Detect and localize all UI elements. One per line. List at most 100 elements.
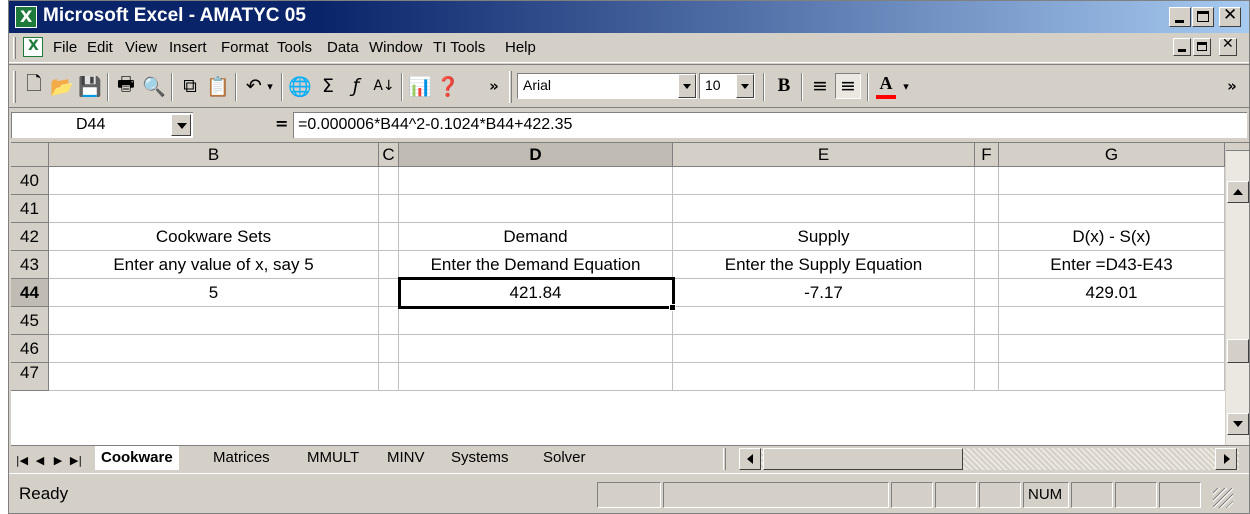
cell-c46[interactable]	[379, 335, 399, 363]
scroll-down-icon[interactable]	[1227, 413, 1249, 435]
font-name-select[interactable]: Arial	[517, 73, 697, 99]
chevron-down-icon[interactable]	[736, 74, 754, 98]
vertical-scrollbar[interactable]	[1225, 143, 1249, 445]
paste-icon[interactable]: 📋	[205, 73, 231, 99]
autosum-icon[interactable]: Σ	[315, 73, 341, 99]
help-icon[interactable]: ❓	[435, 73, 461, 99]
cell-f45[interactable]	[975, 307, 999, 335]
chevron-down-icon[interactable]	[171, 114, 191, 136]
column-header-d[interactable]: D	[399, 143, 673, 167]
doc-minimize-button[interactable]	[1173, 38, 1191, 56]
column-header-g[interactable]: G	[999, 143, 1225, 167]
spreadsheet-grid[interactable]: B C D E F G 40 41 42 43 44 45 46 47 Cook…	[11, 142, 1249, 445]
bold-button[interactable]: B	[771, 73, 797, 99]
chart-wizard-icon[interactable]: 📊	[407, 73, 433, 99]
excel-app-icon[interactable]	[15, 6, 37, 28]
minimize-button[interactable]	[1169, 7, 1191, 27]
fill-handle[interactable]	[669, 304, 676, 311]
cell-f42[interactable]	[975, 223, 999, 251]
cell-g43[interactable]: Enter =D43-E43	[999, 251, 1225, 279]
sheet-tab-solver[interactable]: Solver	[537, 446, 592, 470]
cell-d40[interactable]	[399, 167, 673, 195]
last-sheet-icon[interactable]: ▶|	[67, 450, 85, 470]
cell-d44[interactable]: 421.84	[399, 279, 673, 307]
print-icon[interactable]: 🖶	[113, 73, 139, 99]
cell-b44[interactable]: 5	[49, 279, 379, 307]
scroll-up-icon[interactable]	[1227, 181, 1249, 203]
cell-d45[interactable]	[399, 307, 673, 335]
cell-e40[interactable]	[673, 167, 975, 195]
menu-data[interactable]: Data	[327, 39, 359, 56]
cell-d43[interactable]: Enter the Demand Equation	[399, 251, 673, 279]
next-sheet-icon[interactable]: ▶	[49, 450, 67, 470]
cell-c40[interactable]	[379, 167, 399, 195]
cell-b40[interactable]	[49, 167, 379, 195]
align-left-icon[interactable]: ≡	[807, 73, 833, 99]
sheet-tab-cookware[interactable]: Cookware	[95, 446, 179, 470]
toolbar-grip[interactable]	[509, 71, 512, 103]
cell-c41[interactable]	[379, 195, 399, 223]
menu-tools[interactable]: Tools	[277, 39, 312, 56]
horizontal-scrollbar[interactable]	[739, 448, 1239, 470]
cell-g41[interactable]	[999, 195, 1225, 223]
toolbar-options-icon[interactable]: »	[1219, 73, 1245, 99]
row-header-42[interactable]: 42	[11, 223, 49, 251]
chevron-down-icon[interactable]	[678, 74, 696, 98]
font-size-select[interactable]: 10	[699, 73, 755, 99]
cell-e46[interactable]	[673, 335, 975, 363]
cell-c45[interactable]	[379, 307, 399, 335]
sheet-tab-minv[interactable]: MINV	[381, 446, 431, 470]
formula-input[interactable]: =0.000006*B44^2-0.1024*B44+422.35	[293, 112, 1247, 138]
undo-dropdown-icon[interactable]: ▾	[263, 73, 277, 99]
column-header-e[interactable]: E	[673, 143, 975, 167]
row-header-41[interactable]: 41	[11, 195, 49, 223]
select-all-corner[interactable]	[11, 143, 49, 167]
menu-view[interactable]: View	[125, 39, 157, 56]
cell-g44[interactable]: 429.01	[999, 279, 1225, 307]
cell-b45[interactable]	[49, 307, 379, 335]
title-bar[interactable]: Microsoft Excel - AMATYC 05 ✕	[9, 1, 1249, 33]
sheet-tab-matrices[interactable]: Matrices	[207, 446, 276, 470]
cell-f41[interactable]	[975, 195, 999, 223]
cell-e41[interactable]	[673, 195, 975, 223]
scroll-right-icon[interactable]	[1215, 448, 1237, 470]
sort-ascending-icon[interactable]: A↓	[371, 73, 397, 99]
save-icon[interactable]: 💾	[77, 73, 103, 99]
horizontal-scroll-thumb[interactable]	[763, 448, 963, 470]
open-folder-icon[interactable]: 📂	[49, 73, 75, 99]
cell-e42[interactable]: Supply	[673, 223, 975, 251]
doc-close-button[interactable]: ✕	[1219, 36, 1237, 56]
cell-b42[interactable]: Cookware Sets	[49, 223, 379, 251]
name-box[interactable]: D44	[11, 112, 193, 138]
scroll-left-icon[interactable]	[739, 448, 761, 470]
cell-g46[interactable]	[999, 335, 1225, 363]
cell-d46[interactable]	[399, 335, 673, 363]
prev-sheet-icon[interactable]: ◀	[31, 450, 49, 470]
toolbar-grip[interactable]	[13, 71, 16, 103]
cell-c47[interactable]	[379, 363, 399, 391]
menubar-grip[interactable]	[13, 37, 16, 59]
menu-help[interactable]: Help	[505, 39, 536, 56]
cell-e45[interactable]	[673, 307, 975, 335]
column-header-f[interactable]: F	[975, 143, 999, 167]
insert-function-icon[interactable]: ƒ	[343, 73, 369, 99]
toolbar-options-icon[interactable]: »	[481, 73, 507, 99]
copy-icon[interactable]: ⧉	[177, 73, 203, 99]
row-header-40[interactable]: 40	[11, 167, 49, 195]
vertical-scroll-thumb[interactable]	[1227, 339, 1249, 363]
menu-edit[interactable]: Edit	[87, 39, 113, 56]
menu-format[interactable]: Format	[221, 39, 269, 56]
row-header-43[interactable]: 43	[11, 251, 49, 279]
cell-d47[interactable]	[399, 363, 673, 391]
cell-c42[interactable]	[379, 223, 399, 251]
cell-g42[interactable]: D(x) - S(x)	[999, 223, 1225, 251]
cell-c43[interactable]	[379, 251, 399, 279]
cell-d42[interactable]: Demand	[399, 223, 673, 251]
cell-c44[interactable]	[379, 279, 399, 307]
cell-g45[interactable]	[999, 307, 1225, 335]
sheet-tab-mmult[interactable]: MMULT	[301, 446, 365, 470]
column-header-b[interactable]: B	[49, 143, 379, 167]
cell-b46[interactable]	[49, 335, 379, 363]
menu-file[interactable]: File	[53, 39, 77, 56]
split-box[interactable]	[1226, 143, 1249, 151]
